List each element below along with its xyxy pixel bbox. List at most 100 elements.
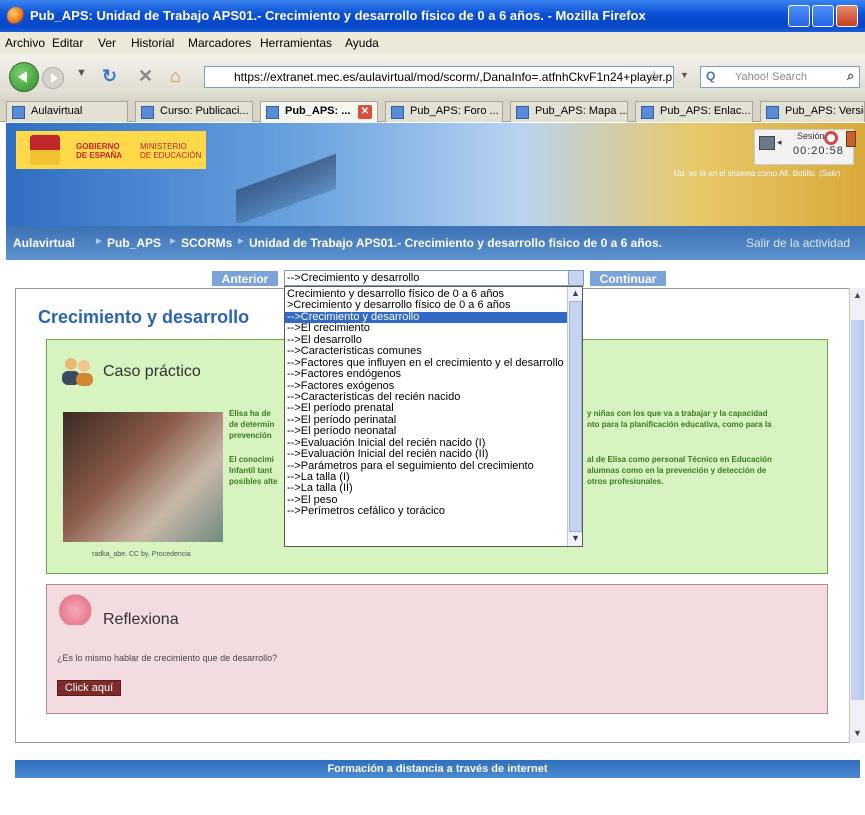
forward-button[interactable] <box>42 67 64 89</box>
minimize-button[interactable] <box>788 5 810 27</box>
prev-icon[interactable]: ◂ <box>777 137 782 148</box>
toc-select[interactable]: -->Crecimiento y desarrollo <box>284 270 584 286</box>
menu-ver[interactable]: Ver <box>98 36 116 50</box>
dropdown-option[interactable]: -->Evaluación Inicial del recién nacido … <box>285 438 567 449</box>
close-button[interactable] <box>836 5 858 27</box>
tab-aulavirtual[interactable]: Aulavirtual <box>6 101 128 122</box>
menu-archivo[interactable]: Archivo <box>5 36 45 50</box>
reflection-heading: Reflexiona <box>103 611 179 628</box>
menu-historial[interactable]: Historial <box>131 36 174 50</box>
home-icon[interactable]: ⌂ <box>170 66 181 87</box>
continue-button[interactable]: Continuar <box>590 271 666 286</box>
tab-foro[interactable]: Pub_APS: Foro ... <box>385 101 503 122</box>
dropdown-option[interactable]: -->Características del recién nacido <box>285 392 567 403</box>
dropdown-option[interactable]: -->Factores que influyen en el crecimien… <box>285 358 567 369</box>
page-icon <box>516 106 529 119</box>
page-icon <box>766 106 779 119</box>
dropdown-items: Crecimiento y desarrollo físico de 0 a 6… <box>285 289 567 518</box>
page-icon <box>12 106 25 119</box>
session-label: Sesión <box>797 131 825 141</box>
page-scrollbar[interactable]: ▲ ▼ <box>849 288 865 743</box>
menu-bar: Archivo Editar Ver Historial Marcadores … <box>0 32 865 54</box>
menu-marcadores[interactable]: Marcadores <box>188 36 251 50</box>
menu-editar[interactable]: Editar <box>52 36 83 50</box>
dropdown-option[interactable]: -->El período perinatal <box>285 415 567 426</box>
dropdown-option[interactable]: -->La talla (I) <box>285 472 567 483</box>
case-text-left-2: El conocimi Infantil tant posibles alte <box>229 455 278 486</box>
dropdown-option[interactable]: -->Evaluación Inicial del recién nacido … <box>285 449 567 460</box>
reload-icon[interactable]: ↻ <box>102 66 117 87</box>
tab-pub-aps-active[interactable]: Pub_APS: ... ✕ <box>260 101 378 123</box>
maximize-button[interactable] <box>812 5 834 27</box>
stop-icon[interactable]: ✕ <box>138 66 153 87</box>
people-icon <box>62 358 93 386</box>
screen-icon[interactable] <box>759 136 775 150</box>
dropdown-option[interactable]: -->La talla (II) <box>285 483 567 494</box>
navigation-toolbar: ▼ ↻ ✕ ⌂ https://extranet.mec.es/aulavirt… <box>0 54 865 98</box>
url-bar[interactable]: https://extranet.mec.es/aulavirtual/mod/… <box>204 66 674 88</box>
dropdown-option[interactable]: -->Factores endógenos <box>285 369 567 380</box>
back-button[interactable] <box>9 62 39 92</box>
previous-button[interactable]: Anterior <box>212 271 278 286</box>
government-logo: GOBIERNO DE ESPAÑA MINISTERIO DE EDUCACIÓN <box>16 131 206 169</box>
crumb-separator-icon: ► <box>94 236 104 247</box>
page-title: Crecimiento y desarrollo <box>38 307 250 327</box>
help-lifebuoy-icon[interactable] <box>824 131 838 145</box>
url-dropdown-icon[interactable]: ▼ <box>680 70 689 80</box>
exit-door-icon[interactable] <box>846 131 856 147</box>
dropdown-option[interactable]: -->Crecimiento y desarrollo <box>285 311 567 324</box>
close-tab-icon[interactable]: ✕ <box>358 105 372 119</box>
dropdown-option[interactable]: Crecimiento y desarrollo físico de 0 a 6… <box>285 289 567 300</box>
dropdown-scroll-thumb[interactable] <box>569 301 582 532</box>
dropdown-option[interactable]: >Crecimiento y desarrollo físico de 0 a … <box>285 300 567 311</box>
case-text-right-1: y niñas con los que va a trabajar y la c… <box>587 409 772 429</box>
dropdown-scrollbar[interactable]: ▲ ▼ <box>567 287 582 546</box>
scroll-up-icon[interactable]: ▲ <box>571 288 580 298</box>
exit-activity-link[interactable]: Salir de la actividad <box>746 236 850 250</box>
user-status[interactable]: Ud. es tá en el sistema como Alf. Botill… <box>674 169 840 178</box>
dropdown-option[interactable]: -->Factores exógenos <box>285 381 567 392</box>
page-icon <box>391 106 404 119</box>
scrollbar-thumb[interactable] <box>851 320 864 700</box>
crumb-pub-aps[interactable]: Pub_APS <box>107 236 161 250</box>
dropdown-option[interactable]: -->El peso <box>285 495 567 506</box>
dropdown-option[interactable]: -->El período prenatal <box>285 403 567 414</box>
select-arrow-icon[interactable] <box>568 271 583 285</box>
reflection-box: Reflexiona ¿Es lo mismo hablar de crecim… <box>46 584 828 714</box>
dropdown-option[interactable]: -->El crecimiento <box>285 323 567 334</box>
search-go-icon[interactable]: ⌕ <box>847 68 854 84</box>
crumb-scorms[interactable]: SCORMs <box>181 236 232 250</box>
tab-mapa[interactable]: Pub_APS: Mapa ... <box>510 101 628 122</box>
dropdown-option[interactable]: -->El período neonatal <box>285 426 567 437</box>
dropdown-option[interactable]: -->Parámetros para el seguimiento del cr… <box>285 461 567 472</box>
tab-curso[interactable]: Curso: Publicaci... <box>135 101 253 122</box>
coat-of-arms-icon <box>30 135 60 165</box>
case-text-right-2: al de Elisa como personal Técnico en Edu… <box>587 455 772 486</box>
search-engine-icon[interactable]: Q <box>706 69 715 83</box>
crumb-separator-icon: ► <box>168 236 178 247</box>
crumb-current: Unidad de Trabajo APS01.- Crecimiento y … <box>249 236 663 250</box>
scroll-up-icon[interactable]: ▲ <box>853 290 862 300</box>
scroll-down-icon[interactable]: ▼ <box>571 533 580 543</box>
bookmark-star-icon[interactable]: ☆ <box>648 68 661 85</box>
click-here-button[interactable]: Click aquí <box>57 680 121 696</box>
scroll-down-icon[interactable]: ▼ <box>853 728 862 738</box>
menu-ayuda[interactable]: Ayuda <box>345 36 379 50</box>
crumb-aulavirtual[interactable]: Aulavirtual <box>13 236 75 250</box>
dropdown-option[interactable]: -->El desarrollo <box>285 335 567 346</box>
page-icon <box>141 106 154 119</box>
tab-enlaces[interactable]: Pub_APS: Enlac... <box>635 101 753 122</box>
footer-bar: Formación a distancia a través de intern… <box>15 760 860 778</box>
photo-caption[interactable]: radka_abe. CC by. Procedencia <box>92 551 191 558</box>
toc-selected-value: -->Crecimiento y desarrollo <box>287 272 420 284</box>
history-dropdown-icon[interactable]: ▼ <box>76 67 87 79</box>
toc-dropdown-list[interactable]: Crecimiento y desarrollo físico de 0 a 6… <box>284 286 583 547</box>
menu-herramientas[interactable]: Herramientas <box>260 36 332 50</box>
page-icon <box>266 106 279 119</box>
tab-version[interactable]: Pub_APS: Versió... <box>760 101 865 122</box>
firefox-icon <box>7 7 25 25</box>
case-study-heading: Caso práctico <box>103 363 201 380</box>
search-input[interactable]: Yahoo! Search <box>700 66 860 88</box>
dropdown-option[interactable]: -->Perímetros cefálico y torácico <box>285 506 567 517</box>
dropdown-option[interactable]: -->Características comunes <box>285 346 567 357</box>
